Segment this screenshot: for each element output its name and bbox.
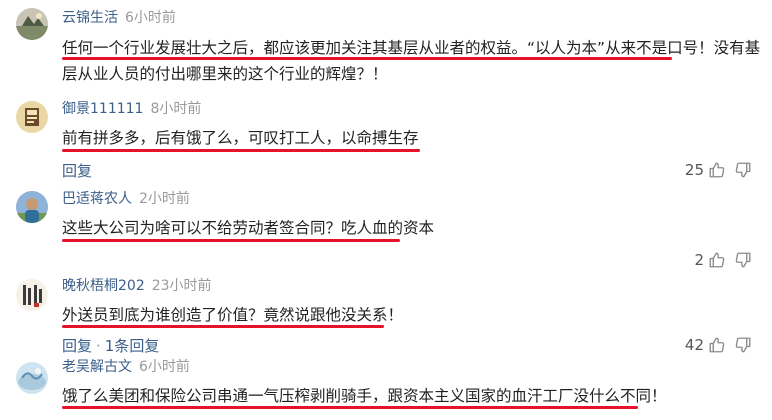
highlight-underline <box>62 239 400 242</box>
username[interactable]: 御景111111 <box>62 101 143 117</box>
reply-button[interactable]: 回复 · 1条回复 <box>62 337 159 355</box>
avatar[interactable] <box>16 279 48 311</box>
comment-header: 晚秋梧桐202 23小时前 <box>62 277 212 295</box>
highlight-underline <box>62 57 672 60</box>
username[interactable]: 晚秋梧桐202 <box>62 278 145 294</box>
thumbs-up-icon[interactable] <box>706 159 728 181</box>
timestamp: 2小时前 <box>139 191 190 207</box>
comment-header: 御景111111 8小时前 <box>62 100 201 118</box>
comment-header: 云锦生活 6小时前 <box>62 9 176 27</box>
avatar[interactable] <box>16 8 48 40</box>
thumbs-down-icon[interactable] <box>732 334 754 356</box>
timestamp: 23小时前 <box>151 278 212 294</box>
thumbs-down-icon[interactable] <box>732 159 754 181</box>
like-count: 42 <box>684 336 704 354</box>
username[interactable]: 巴适蒋农人 <box>62 191 132 207</box>
comment-actions: 42 <box>685 334 754 356</box>
avatar[interactable] <box>16 191 48 223</box>
reply-label[interactable]: 回复 <box>62 337 92 355</box>
like-count: 2 <box>694 251 704 269</box>
thumbs-up-icon[interactable] <box>706 249 728 271</box>
highlight-underline <box>62 325 384 328</box>
comment-text: 这些大公司为啥可以不给劳动者签合同？吃人血的资本 <box>62 219 435 237</box>
comment-header: 巴适蒋农人 2小时前 <box>62 190 190 208</box>
reply-count-link[interactable]: 1条回复 <box>105 337 160 355</box>
thumbs-up-icon[interactable] <box>706 334 728 356</box>
highlight-underline <box>62 406 638 409</box>
timestamp: 8小时前 <box>150 101 202 117</box>
timestamp: 6小时前 <box>139 359 190 375</box>
comment-header: 老吴解古文 6小时前 <box>62 358 190 376</box>
thumbs-down-icon[interactable] <box>732 249 754 271</box>
avatar[interactable] <box>16 101 48 133</box>
highlight-underline <box>62 149 420 152</box>
username[interactable]: 云锦生活 <box>62 10 118 26</box>
comment-actions: 2 <box>694 249 754 271</box>
comment-text: 任何一个行业发展壮大之后，都应该更加关注其基层从业者的权益。“以人为本”从来不是… <box>62 39 761 83</box>
timestamp: 6小时前 <box>125 10 176 26</box>
username[interactable]: 老吴解古文 <box>62 359 132 375</box>
comment-actions: 25 <box>685 159 754 181</box>
reply-button[interactable]: 回复 <box>62 162 92 180</box>
like-count: 25 <box>684 161 704 179</box>
avatar[interactable] <box>16 362 48 394</box>
comment-text: 前有拼多多，后有饿了么，可叹打工人，以命搏生存 <box>62 129 419 147</box>
